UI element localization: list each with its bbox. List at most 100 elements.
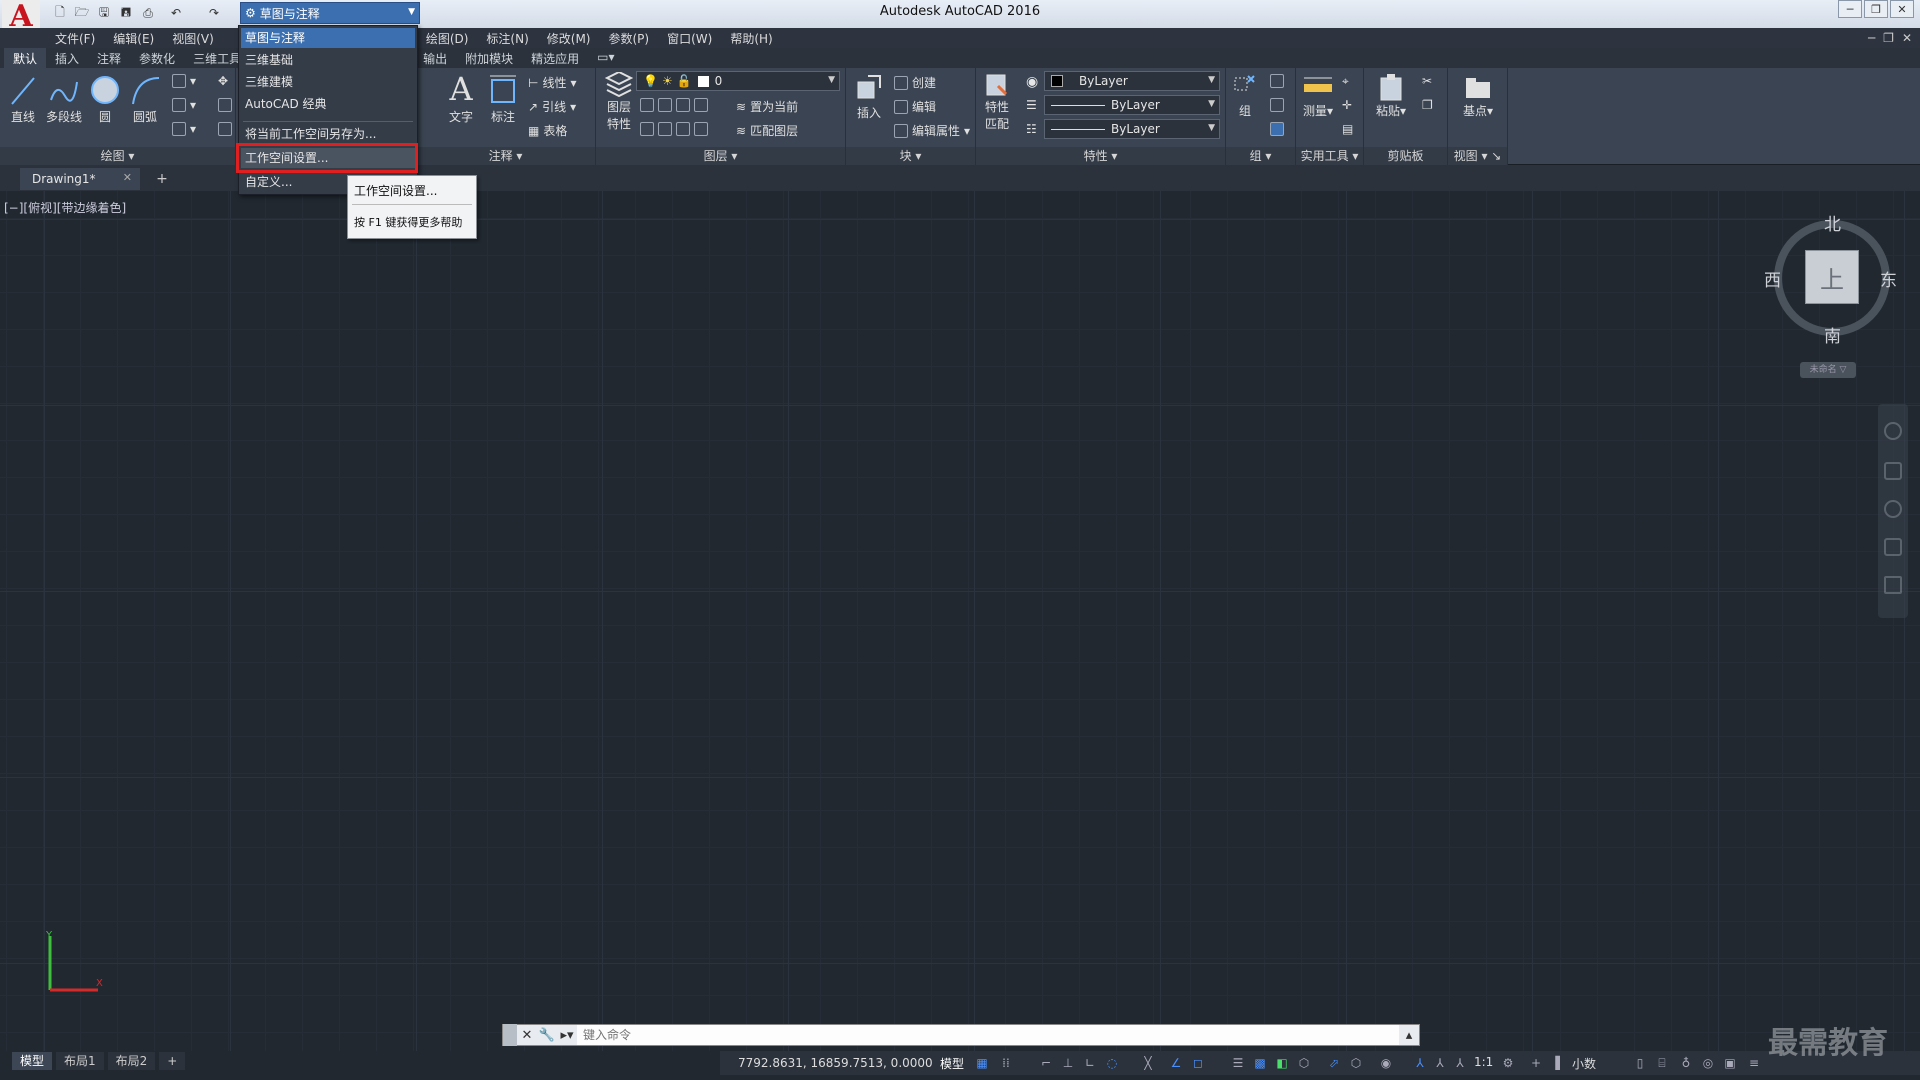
tab-layout2[interactable]: 布局2 [107,1052,156,1070]
leader-tool[interactable]: ↗ 引线 ▾ [528,98,576,115]
move-tool[interactable]: ✥ [218,74,228,88]
annotation-visibility-icon[interactable]: ⅄ [1412,1055,1428,1071]
saveas-icon[interactable]: 🖪 [116,4,136,22]
text-tool[interactable]: A 文字 [444,70,478,125]
menu-file[interactable]: 文件(F) [46,30,104,47]
lineweight-dropdown[interactable]: ByLayer ▼ [1044,119,1220,139]
match-layer-tool[interactable]: ≋ 匹配图层 [736,122,798,139]
customize-icon[interactable]: 🔧 [537,1025,557,1045]
color-dropdown[interactable]: ByLayer ▼ [1044,71,1220,91]
lineweight-toggle-icon[interactable]: ☰ [1230,1055,1246,1071]
insert-block-tool[interactable]: 插入 [850,72,888,121]
gizmo-icon[interactable]: ◉ [1378,1055,1394,1071]
layer-tools-row1[interactable] [640,98,708,112]
pan-icon[interactable] [1884,462,1902,480]
polyline-tool[interactable]: 多段线 [44,72,84,125]
steering-wheel-icon[interactable] [1884,422,1902,440]
panel-utilities-title[interactable]: 实用工具 ▾ [1296,147,1363,165]
drawing-canvas[interactable] [0,191,1920,1051]
tab-insert[interactable]: 插入 [46,48,88,68]
arc-tool[interactable]: 圆弧 [126,72,164,125]
lock-ui-icon[interactable]: ⌸ [1654,1055,1670,1071]
tab-addins[interactable]: 附加模块 [456,48,522,68]
tab-featured-apps[interactable]: 精选应用 [522,48,588,68]
workspace-item-drafting[interactable]: 草图与注释 [241,28,415,48]
tab-default[interactable]: 默认 [4,48,47,68]
selection-filter-icon[interactable]: ⬡ [1348,1055,1364,1071]
compass-north[interactable]: 北 [1824,210,1841,235]
zoom-icon[interactable] [1884,500,1902,518]
save-workspace-as-item[interactable]: 将当前工作空间另存为... [241,124,415,144]
dynamic-input-icon[interactable]: ⊥ [1060,1055,1076,1071]
hatch-tool[interactable]: ▾ [172,98,196,112]
quick-select-tool[interactable]: ⌖ [1342,74,1349,89]
workspace-switch-icon[interactable]: ⚙ [1500,1055,1516,1071]
cut-tool[interactable]: ✂ [1422,74,1432,88]
line-tool[interactable]: 直线 [6,72,40,125]
panel-properties-title[interactable]: 特性 ▾ [976,147,1225,165]
panel-layers-title[interactable]: 图层 ▾ [596,147,845,165]
recent-commands-icon[interactable]: ▸▾ [557,1025,577,1045]
linear-dim-tool[interactable]: ⊢ 线性 ▾ [528,74,577,91]
command-history-icon[interactable]: ▴ [1399,1025,1419,1045]
doc-restore-button[interactable]: ❐ [1883,31,1894,45]
save-icon[interactable]: 🖫 [94,4,114,22]
ribbon-options-icon[interactable]: ▭▾ [588,48,623,68]
workspace-item-3d-basics[interactable]: 三维基础 [241,50,415,70]
measure-tool[interactable]: 测量▾ [1300,72,1336,119]
isolate-objects-icon[interactable]: ♁ [1678,1055,1694,1071]
tab-layout1[interactable]: 布局1 [56,1052,104,1070]
group-select-tool[interactable] [1270,122,1284,136]
compass-west[interactable]: 西 [1764,266,1781,291]
transparency-icon[interactable]: ▩ [1252,1055,1268,1071]
showmotion-icon[interactable] [1884,576,1902,594]
match-properties-tool[interactable]: 特性 匹配 [980,72,1014,132]
3d-osnap-icon[interactable]: ⬡ [1296,1055,1312,1071]
close-button[interactable]: ✕ [1890,0,1914,18]
linetype-dropdown[interactable]: ByLayer ▼ [1044,95,1220,115]
workspace-item-classic[interactable]: AutoCAD 经典 [241,94,415,114]
coordinates-display[interactable]: 7792.8631, 16859.7513, 0.0000 [738,1053,933,1073]
units-dropdown[interactable]: 小数 [1572,1055,1596,1072]
edit-block-tool[interactable]: 编辑 [894,98,936,115]
tab-drawing1[interactable]: Drawing1* ✕ [20,168,140,190]
create-block-tool[interactable]: 创建 [894,74,936,91]
grid-icon[interactable]: ▦ [974,1055,990,1071]
edit-attributes-tool[interactable]: 编辑属性 ▾ [894,122,970,139]
group-edit-tool[interactable] [1270,98,1284,112]
copy-tool[interactable] [218,122,232,136]
table-tool[interactable]: ▦ 表格 [528,122,567,139]
menu-edit[interactable]: 编辑(E) [104,30,163,47]
redo-icon[interactable]: ↷ [204,4,224,22]
add-layout-button[interactable]: + [159,1052,186,1070]
calculator-tool[interactable]: ▤ [1342,122,1353,136]
viewport-controls-label[interactable]: [−][俯视][带边缘着色] [4,199,126,216]
model-space-toggle[interactable]: 模型 [940,1055,964,1072]
circle-tool[interactable]: 圆 [88,72,122,125]
snap-icon[interactable]: ⁞⁞ [998,1055,1014,1071]
infer-constraints-icon[interactable]: ⌐ [1038,1055,1054,1071]
close-icon[interactable]: ✕ [123,171,132,184]
ungroup-tool[interactable] [1270,74,1284,88]
panel-block-title[interactable]: 块 ▾ [846,147,975,165]
layer-properties-tool[interactable]: 图层 特性 [600,72,638,132]
new-tab-button[interactable]: + [152,170,172,188]
set-current-layer-tool[interactable]: ≋ 置为当前 [736,98,798,115]
print-icon[interactable]: ⎙ [138,4,158,22]
menu-modify[interactable]: 修改(M) [538,30,600,47]
isodraft-icon[interactable]: ╳ [1140,1055,1156,1071]
annotation-scale[interactable]: 1:1 [1474,1055,1493,1069]
menu-draw[interactable]: 绘图(D) [417,30,478,47]
copy-clip-tool[interactable]: ❐ [1422,98,1433,112]
panel-draw-title[interactable]: 绘图 ▾ [0,147,235,165]
ortho-icon[interactable]: ∟ [1082,1055,1098,1071]
graphics-performance-icon[interactable]: ◎ [1700,1055,1716,1071]
undo-icon[interactable]: ↶ [166,4,186,22]
base-view-tool[interactable]: 基点▾ [1458,72,1498,119]
units-icon[interactable]: ▌ [1552,1055,1568,1071]
layer-dropdown[interactable]: 💡 ☀ 🔓 0 ▼ [636,71,840,91]
viewcube[interactable]: 上 北 南 东 西 [1764,210,1897,347]
panel-groups-title[interactable]: 组 ▾ [1226,147,1295,165]
command-line-grip[interactable] [503,1024,517,1046]
menu-parametric[interactable]: 参数(P) [599,30,658,47]
